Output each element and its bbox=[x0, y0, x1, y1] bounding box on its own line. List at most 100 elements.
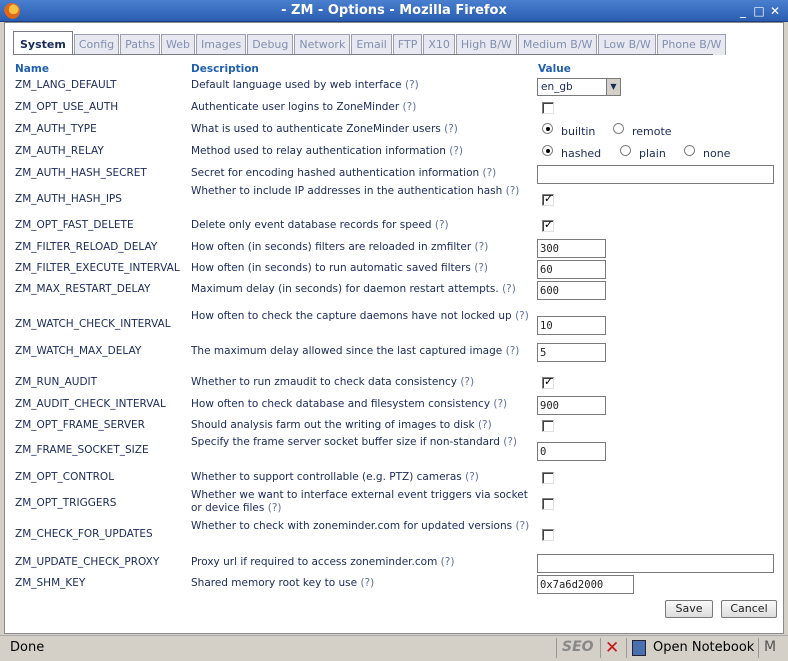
option-description-text: Shared memory root key to use bbox=[191, 577, 358, 589]
save-button[interactable]: Save bbox=[665, 600, 713, 618]
option-row: ZM_UPDATE_CHECK_PROXY Proxy url if requir… bbox=[5, 552, 785, 573]
help-link[interactable]: (?) bbox=[502, 283, 516, 295]
option-description-text: Whether to run zmaudit to check data con… bbox=[191, 376, 457, 388]
help-link[interactable]: (?) bbox=[503, 436, 517, 448]
notebook-icon[interactable] bbox=[632, 640, 646, 656]
help-link[interactable]: (?) bbox=[360, 577, 374, 589]
option-description: How often to check database and filesyst… bbox=[191, 398, 531, 411]
help-link[interactable]: (?) bbox=[449, 145, 463, 157]
help-link[interactable]: (?) bbox=[493, 398, 507, 410]
option-value-input[interactable] bbox=[537, 239, 606, 258]
option-value-input[interactable] bbox=[537, 396, 606, 415]
option-value-input[interactable] bbox=[537, 575, 634, 594]
option-value-input[interactable] bbox=[537, 260, 606, 279]
help-link[interactable]: (?) bbox=[444, 123, 458, 135]
mail-icon[interactable]: M bbox=[764, 639, 776, 655]
option-description-text: How often to check the capture daemons h… bbox=[191, 310, 512, 322]
option-row: ZM_AUTH_TYPE What is used to authenticate… bbox=[5, 119, 785, 139]
option-checkbox[interactable] bbox=[542, 102, 554, 114]
tab-paths[interactable]: Paths bbox=[120, 34, 161, 55]
radio-builtin[interactable] bbox=[542, 123, 553, 134]
help-link[interactable]: (?) bbox=[403, 101, 417, 113]
tab-system[interactable]: System bbox=[13, 31, 73, 55]
help-link[interactable]: (?) bbox=[478, 419, 492, 431]
option-value-input[interactable] bbox=[537, 442, 606, 461]
help-link[interactable]: (?) bbox=[405, 79, 419, 91]
help-link[interactable]: (?) bbox=[515, 310, 529, 322]
option-checkbox[interactable] bbox=[542, 420, 554, 432]
option-description: Shared memory root key to use (?) bbox=[191, 577, 531, 590]
language-select[interactable]: en_gb ▼ bbox=[537, 78, 621, 96]
radio-none[interactable] bbox=[684, 145, 695, 156]
options-page: System Config Paths Web Images Debug Network Em… bbox=[4, 22, 784, 634]
tab-ftp[interactable]: FTP bbox=[392, 34, 423, 55]
maximize-button[interactable]: □ bbox=[752, 4, 766, 18]
option-description-text: Method used to relay authentication info… bbox=[191, 145, 446, 157]
tab-web[interactable]: Web bbox=[161, 34, 196, 55]
option-row: ZM_FILTER_EXECUTE_INTERVAL How often (in … bbox=[5, 258, 785, 279]
help-link[interactable]: (?) bbox=[460, 376, 474, 388]
help-link[interactable]: (?) bbox=[474, 262, 488, 274]
cancel-button[interactable]: Cancel bbox=[721, 600, 777, 618]
tab-images[interactable]: Images bbox=[196, 34, 247, 55]
tab-debug[interactable]: Debug bbox=[247, 34, 294, 55]
radio-hashed[interactable] bbox=[542, 145, 553, 156]
option-value-input[interactable] bbox=[537, 281, 606, 300]
option-value-input[interactable] bbox=[537, 165, 774, 184]
seo-icon[interactable]: SEO bbox=[562, 639, 594, 655]
tab-email[interactable]: Email bbox=[351, 34, 392, 55]
close-button[interactable]: ✕ bbox=[768, 4, 782, 18]
help-link[interactable]: (?) bbox=[268, 502, 282, 514]
stop-icon[interactable]: ✕ bbox=[605, 638, 619, 658]
option-checkbox[interactable] bbox=[542, 375, 554, 389]
title-bar: - ZM - Options - Mozilla Firefox _ □ ✕ bbox=[0, 0, 788, 22]
option-row: ZM_OPT_CONTROL Whether to support control… bbox=[5, 467, 785, 487]
option-description-text: How often (in seconds) to run automatic … bbox=[191, 262, 471, 274]
open-notebook-button[interactable]: Open Notebook bbox=[653, 640, 754, 655]
tab-network[interactable]: Network bbox=[294, 34, 351, 55]
option-description: Whether to run zmaudit to check data con… bbox=[191, 376, 531, 389]
tab-x10[interactable]: X10 bbox=[423, 34, 455, 55]
option-value-input[interactable] bbox=[537, 554, 774, 573]
option-checkbox[interactable] bbox=[542, 192, 554, 206]
option-description-text: How often to check database and filesyst… bbox=[191, 398, 491, 410]
option-description: Proxy url if required to access zonemind… bbox=[191, 556, 531, 569]
help-link[interactable]: (?) bbox=[441, 556, 455, 568]
help-link[interactable]: (?) bbox=[465, 471, 479, 483]
option-description-text: Authenticate user logins to ZoneMinder bbox=[191, 101, 400, 113]
radio-plain[interactable] bbox=[620, 145, 631, 156]
option-checkbox[interactable] bbox=[542, 472, 554, 484]
dropdown-arrow-icon[interactable]: ▼ bbox=[606, 79, 620, 95]
option-description: Method used to relay authentication info… bbox=[191, 145, 531, 158]
option-description: Delete only event database records for s… bbox=[191, 219, 531, 232]
help-link[interactable]: (?) bbox=[506, 185, 520, 197]
help-link[interactable]: (?) bbox=[506, 345, 520, 357]
option-name: ZM_AUTH_HASH_SECRET bbox=[15, 167, 147, 179]
option-description: The maximum delay allowed since the last… bbox=[191, 345, 531, 358]
option-value-input[interactable] bbox=[537, 343, 606, 362]
help-link[interactable]: (?) bbox=[515, 520, 529, 532]
help-link[interactable]: (?) bbox=[435, 219, 449, 231]
option-row: ZM_RUN_AUDIT Whether to run zmaudit to ch… bbox=[5, 372, 785, 392]
option-checkbox[interactable] bbox=[542, 218, 554, 232]
tab-divider bbox=[13, 54, 713, 55]
help-link[interactable]: (?) bbox=[483, 167, 497, 179]
option-description: Should analysis farm out the writing of … bbox=[191, 419, 531, 432]
tab-config[interactable]: Config bbox=[73, 34, 120, 55]
radio-remote[interactable] bbox=[613, 123, 624, 134]
option-checkbox[interactable] bbox=[542, 498, 554, 510]
option-checkbox[interactable] bbox=[542, 529, 554, 541]
option-value-input[interactable] bbox=[537, 316, 606, 335]
option-row: ZM_FRAME_SOCKET_SIZE Specify the frame se… bbox=[5, 436, 785, 464]
radio-label-hashed: hashed bbox=[561, 147, 602, 160]
tab-phone-b-w[interactable]: Phone B/W bbox=[656, 34, 727, 55]
option-name: ZM_UPDATE_CHECK_PROXY bbox=[15, 556, 160, 568]
tab-high-b-w[interactable]: High B/W bbox=[455, 34, 517, 55]
tab-medium-b-w[interactable]: Medium B/W bbox=[517, 34, 598, 55]
minimize-button[interactable]: _ bbox=[736, 4, 750, 18]
tab-low-b-w[interactable]: Low B/W bbox=[598, 34, 656, 55]
option-row: ZM_CHECK_FOR_UPDATES Whether to check wit… bbox=[5, 520, 785, 548]
option-description: Authenticate user logins to ZoneMinder (… bbox=[191, 101, 531, 114]
option-name: ZM_OPT_FAST_DELETE bbox=[15, 219, 134, 231]
help-link[interactable]: (?) bbox=[475, 241, 489, 253]
